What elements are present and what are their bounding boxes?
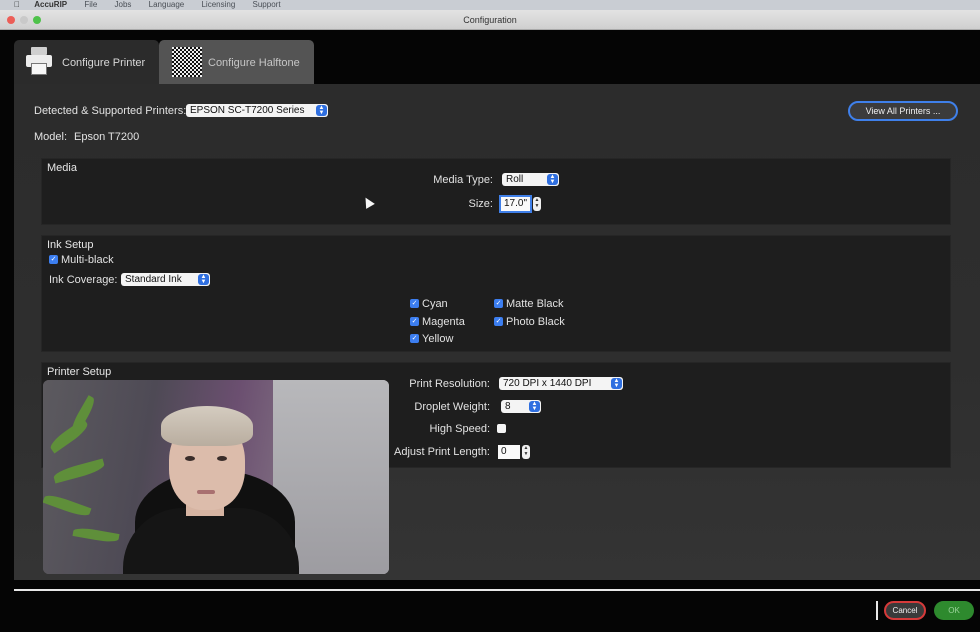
model-value: Epson T7200 [74,131,140,143]
menu-bar:  AccuRIP File Jobs Language Licensing S… [0,0,980,10]
view-all-printers-button[interactable]: View All Printers ... [848,101,958,121]
ink-setup-title: Ink Setup [47,239,94,251]
media-type-select[interactable]: Roll ▲ ▼ [502,173,559,186]
cyan-checkbox[interactable]: ✓ [410,299,419,308]
ink-setup-panel: Ink Setup [41,235,951,352]
multi-black-label: Multi-black [61,254,114,266]
zoom-window-button[interactable] [33,16,41,24]
menu-language[interactable]: Language [149,0,185,9]
close-window-button[interactable] [7,16,15,24]
print-resolution-select[interactable]: 720 DPI x 1440 DPI ▲ ▼ [499,377,623,390]
detected-printers-select[interactable]: EPSON SC-T7200 Series ▲ ▼ [186,104,328,117]
media-panel: Media [41,158,951,225]
ink-coverage-value: Standard Ink [125,274,182,285]
print-resolution-value: 720 DPI x 1440 DPI [503,378,592,389]
view-all-printers-label: View All Printers ... [865,106,941,116]
printer-setup-title: Printer Setup [47,366,112,378]
ink-coverage-select[interactable]: Standard Ink ▲ ▼ [121,273,210,286]
window-titlebar: Configuration [0,10,980,30]
size-input[interactable]: 17.0" [501,197,530,211]
select-arrows-icon: ▲ ▼ [611,378,622,389]
adjust-print-length-input[interactable]: 0 [498,445,520,459]
size-label: Size: [468,198,493,210]
media-type-label: Media Type: [433,174,493,186]
select-arrows-icon: ▲ ▼ [198,274,209,285]
tab-configure-halftone[interactable]: Configure Halftone [159,40,314,84]
magenta-checkbox[interactable]: ✓ [410,317,419,326]
droplet-weight-label: Droplet Weight: [414,401,490,413]
apple-logo[interactable]:  [14,0,20,9]
detected-printers-value: EPSON SC-T7200 Series [190,105,305,116]
size-stepper[interactable]: ▲ ▼ [533,197,541,211]
window-title: Configuration [463,15,517,25]
menu-support[interactable]: Support [253,0,281,9]
droplet-weight-value: 8 [505,401,511,412]
photo-black-label: Photo Black [506,316,565,328]
menu-file[interactable]: File [84,0,97,9]
high-speed-checkbox[interactable] [497,424,506,433]
tab-configure-printer-label: Configure Printer [62,57,146,69]
magenta-label: Magenta [422,316,465,328]
ok-button[interactable]: OK [934,601,974,620]
cancel-label: Cancel [892,606,918,615]
print-resolution-label: Print Resolution: [409,378,490,390]
footer-divider [14,589,980,591]
media-type-value: Roll [506,174,524,185]
model-label: Model: [34,131,68,143]
ink-coverage-label: Ink Coverage: [49,274,118,286]
media-title: Media [47,162,77,174]
tab-configure-printer[interactable]: Configure Printer [14,40,159,84]
menu-accurip[interactable]: AccuRIP [34,0,67,9]
droplet-weight-select[interactable]: 8 ▲ ▼ [501,400,541,413]
adjust-print-length-label: Adjust Print Length: [393,446,490,458]
footer-separator [876,601,878,620]
photo-black-checkbox[interactable]: ✓ [494,317,503,326]
tab-configure-halftone-label: Configure Halftone [208,57,300,69]
cancel-button[interactable]: Cancel [884,601,926,620]
size-value: 17.0" [504,198,528,209]
printer-icon [26,47,52,75]
yellow-label: Yellow [422,333,454,345]
menu-licensing[interactable]: Licensing [201,0,235,9]
menu-jobs[interactable]: Jobs [115,0,132,9]
minimize-window-button[interactable] [20,16,28,24]
select-arrows-icon: ▲ ▼ [316,105,327,116]
webcam-overlay [43,380,389,574]
multi-black-checkbox[interactable]: ✓ [49,255,58,264]
adjust-print-length-value: 0 [501,446,507,457]
high-speed-label: High Speed: [429,423,490,435]
ok-label: OK [948,606,960,615]
select-arrows-icon: ▲ ▼ [529,401,540,412]
detected-printers-label: Detected & Supported Printers: [34,105,187,117]
halftone-checker-icon [172,47,202,77]
matte-black-checkbox[interactable]: ✓ [494,299,503,308]
cyan-label: Cyan [422,298,448,310]
adjust-print-length-stepper[interactable]: ▲ ▼ [522,445,530,459]
select-arrows-icon: ▲ ▼ [547,174,558,185]
yellow-checkbox[interactable]: ✓ [410,334,419,343]
matte-black-label: Matte Black [506,298,564,310]
